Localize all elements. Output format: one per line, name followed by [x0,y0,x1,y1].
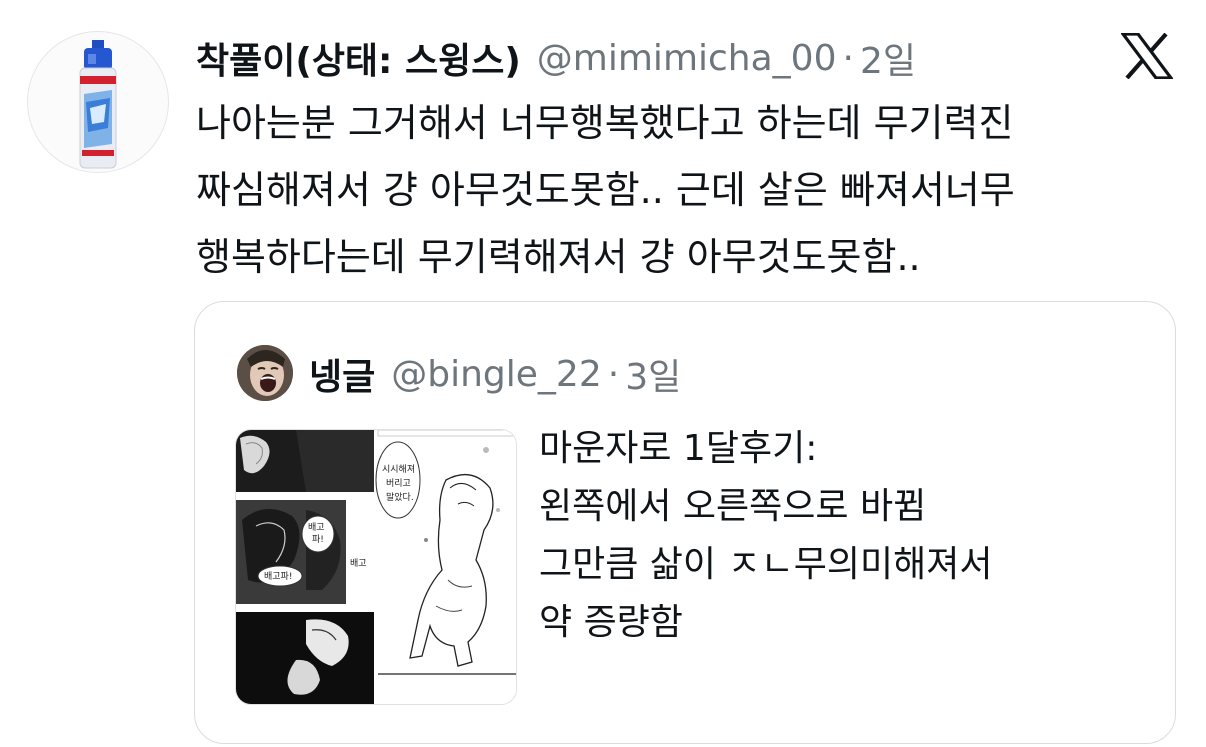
quoted-text-line: 왼쪽에서 오른쪽으로 바뀜 [539,486,927,527]
author-display-name[interactable]: 착풀이(상태: 스윙스) [196,32,521,84]
manga-label: 말았다. [386,491,414,503]
quoted-media-image[interactable]: 배고 파! 배고파! 배고 시시해져 버리고 말았다. [235,429,517,705]
quoted-author-handle[interactable]: @bingle_22 [391,354,601,395]
quoted-author-avatar[interactable] [237,345,293,401]
manga-label: 시시해져 [382,464,415,475]
tweet-timestamp[interactable]: 2일 [860,32,916,84]
tweet-text-line: 짜심해져서 걍 아무것도못함.. 근데 살은 빠져서너무 [196,168,1015,212]
tweet-header: 착풀이(상태: 스윙스) @mimimicha_00 · 2일 [196,30,916,86]
laughing-face-avatar-icon [237,345,293,401]
author-avatar[interactable] [27,31,169,173]
manga-label: 파! [312,534,324,545]
manga-label: 배고 [350,558,367,569]
quoted-author-display-name[interactable]: 넹글 [309,348,375,400]
tweet-text-line: 행복하다는데 무기력해져서 걍 아무것도못함.. [196,235,921,279]
tweet-text-line: 나아는분 그거해서 너무행복했다고 하는데 무기력진 [196,101,1014,145]
quoted-text-line: 약 증량함 [539,602,683,643]
manga-label: 배고 [308,522,325,533]
manga-comparison-image: 배고 파! 배고파! 배고 시시해져 버리고 말았다. [236,430,516,704]
x-logo-icon[interactable] [1121,33,1173,79]
quoted-text-line: 그만큼 삶이 ㅈㄴ무의미해져서 [539,544,993,585]
quoted-tweet-text: 마운자로 1달후기: 왼쪽에서 오른쪽으로 바뀜 그만큼 삶이 ㅈㄴ무의미해져서… [539,420,992,652]
quoted-tweet-card[interactable]: 넹글 @bingle_22 · 3일 배고 파! 배고파! 배고 시시해져 버리… [194,301,1176,744]
author-handle[interactable]: @mimimicha_00 [537,38,837,79]
quoted-header-separator: · [607,353,620,395]
header-separator: · [842,37,854,79]
quoted-tweet-header: 넹글 @bingle_22 · 3일 [309,346,681,402]
quoted-tweet-timestamp[interactable]: 3일 [625,348,681,400]
quoted-text-line: 마운자로 1달후기: [539,428,818,469]
manga-label: 배고파! [264,571,292,582]
glue-bottle-icon [79,40,117,169]
manga-label: 버리고 [386,478,411,489]
tweet-text: 나아는분 그거해서 너무행복했다고 하는데 무기력진 짜심해져서 걍 아무것도못… [196,90,1156,291]
